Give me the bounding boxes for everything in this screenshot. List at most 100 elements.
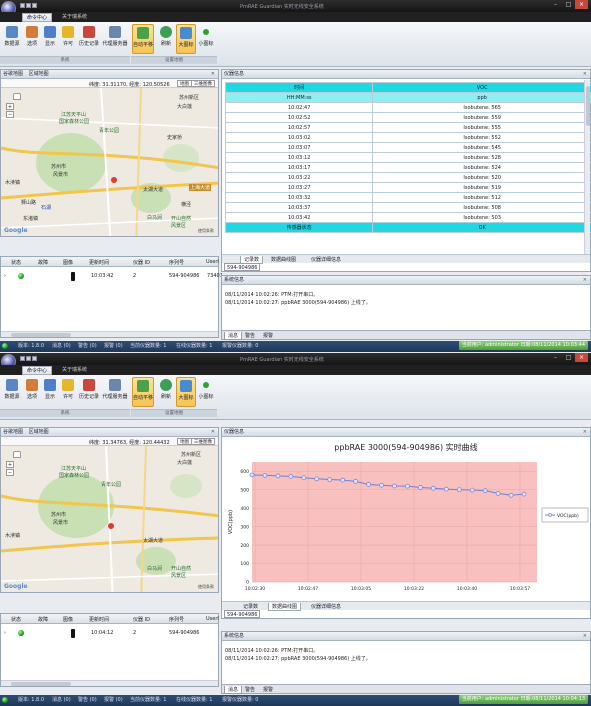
- table-row[interactable]: 10:03:27Isobutene: 519: [226, 183, 591, 193]
- options-button[interactable]: 选项: [22, 377, 42, 407]
- pin-icon[interactable]: ×: [583, 428, 587, 437]
- license-button[interactable]: 许可: [58, 377, 78, 407]
- pin-icon[interactable]: ×: [583, 632, 587, 641]
- device-tag[interactable]: 594-904986: [224, 263, 260, 271]
- dropdown-icon[interactable]: [32, 3, 37, 8]
- data-point[interactable]: [522, 492, 526, 496]
- large-icon-button[interactable]: 大图标: [176, 377, 196, 407]
- undo-icon[interactable]: [26, 3, 31, 8]
- pin-icon[interactable]: ✕: [211, 428, 215, 437]
- col-update-time[interactable]: 更新时间: [89, 259, 109, 266]
- tab-messages[interactable]: 消息: [224, 686, 242, 694]
- tab-about[interactable]: 关于瑞系统: [58, 13, 91, 22]
- status-warnings[interactable]: 警告 (0): [78, 341, 97, 352]
- col-device-id[interactable]: 仪器 ID: [133, 259, 150, 266]
- google-map[interactable]: 纬度: 31.34763, 经度: 120.44432 地图 三维图像 + −: [1, 437, 218, 592]
- tab-command-center[interactable]: 命令中心: [22, 13, 52, 22]
- refresh-button[interactable]: 刷新: [156, 377, 176, 407]
- tab-google-map[interactable]: 谷歌地图: [3, 428, 23, 437]
- data-point[interactable]: [393, 484, 397, 488]
- pin-icon[interactable]: ✕: [211, 70, 215, 79]
- license-button[interactable]: 许可: [58, 24, 78, 54]
- col-user[interactable]: Userl: [206, 616, 219, 622]
- data-point[interactable]: [367, 483, 371, 487]
- tab-alarms[interactable]: 报警: [260, 332, 276, 340]
- map-mode-button[interactable]: 地图: [177, 80, 192, 87]
- col-user[interactable]: Userl: [206, 259, 219, 265]
- col-status[interactable]: 状态: [11, 259, 21, 266]
- row-expand-icon[interactable]: ›: [4, 630, 6, 636]
- col-device-id[interactable]: 仪器 ID: [133, 616, 150, 623]
- scrollbar-thumb[interactable]: [11, 682, 71, 686]
- col-fault[interactable]: 故障: [38, 259, 48, 266]
- minimize-button[interactable]: –: [549, 353, 562, 362]
- tab-command-center[interactable]: 命令中心: [22, 366, 52, 375]
- col-status[interactable]: 状态: [11, 616, 21, 623]
- data-point[interactable]: [276, 474, 280, 478]
- datasource-button[interactable]: 数据源: [2, 24, 22, 54]
- auto-pan-button[interactable]: 自动平移: [132, 377, 154, 407]
- data-point[interactable]: [496, 491, 500, 495]
- table-row[interactable]: 10:03:32Isobutene: 512: [226, 193, 591, 203]
- tab-about[interactable]: 关于瑞系统: [58, 366, 91, 375]
- auto-pan-button[interactable]: 自动平移: [132, 24, 154, 54]
- display-button[interactable]: 显示: [40, 377, 60, 407]
- device-location-marker[interactable]: [108, 523, 114, 529]
- zoom-in-button[interactable]: +: [6, 461, 14, 468]
- tab-device-details[interactable]: 仪器详细信息: [308, 256, 344, 264]
- data-point[interactable]: [470, 488, 474, 492]
- zoom-in-button[interactable]: +: [6, 103, 14, 110]
- undo-icon[interactable]: [26, 356, 31, 361]
- data-point[interactable]: [483, 489, 487, 493]
- close-button[interactable]: ×: [575, 0, 588, 9]
- tab-google-map[interactable]: 谷歌地图: [3, 70, 23, 79]
- small-icon-button[interactable]: 小图标: [196, 377, 216, 407]
- data-point[interactable]: [405, 484, 409, 488]
- small-icon-button[interactable]: 小图标: [196, 24, 216, 54]
- data-point[interactable]: [380, 483, 384, 487]
- map-terms-link[interactable]: 使用条款: [198, 228, 214, 234]
- history-button[interactable]: 历史记录: [78, 24, 100, 54]
- pin-icon[interactable]: ×: [583, 276, 587, 285]
- datasource-button[interactable]: 数据源: [2, 377, 22, 407]
- table-row[interactable]: 10:02:57Isobutene: 555: [226, 123, 591, 133]
- data-point[interactable]: [431, 486, 435, 490]
- data-point[interactable]: [354, 479, 358, 483]
- table-row[interactable]: 10:03:02Isobutene: 552: [226, 133, 591, 143]
- data-point[interactable]: [509, 493, 513, 497]
- table-row[interactable]: 10:03:37Isobutene: 508: [226, 203, 591, 213]
- horizontal-scrollbar[interactable]: [1, 680, 218, 686]
- map-terms-link[interactable]: 使用条款: [198, 584, 214, 590]
- maximize-button[interactable]: □: [562, 353, 575, 362]
- status-messages[interactable]: 消息 (0): [52, 341, 71, 352]
- tab-data-curve[interactable]: 数据曲线图: [268, 256, 299, 264]
- tab-region-map[interactable]: 区域地图: [29, 428, 49, 437]
- col-image[interactable]: 图像: [63, 616, 73, 623]
- row-expand-icon[interactable]: ›: [4, 273, 6, 279]
- data-point[interactable]: [418, 485, 422, 489]
- tab-alarms[interactable]: 报警: [260, 686, 276, 694]
- data-point[interactable]: [341, 478, 345, 482]
- pegman-icon[interactable]: [13, 451, 21, 458]
- vertical-scrollbar[interactable]: [584, 80, 590, 255]
- tab-data-curve[interactable]: 数据曲线图: [268, 603, 301, 611]
- tab-warnings[interactable]: 警告: [242, 686, 258, 694]
- table-row[interactable]: 10:02:47Isobutene: 565: [226, 103, 591, 113]
- device-location-marker[interactable]: [111, 177, 117, 183]
- google-map[interactable]: 纬度: 31.31170, 经度: 120.50526 地图 三维图像 + −: [1, 79, 218, 236]
- status-warnings[interactable]: 警告 (0): [78, 695, 97, 706]
- status-messages[interactable]: 消息 (0): [52, 695, 71, 706]
- tab-device-details[interactable]: 仪器详细信息: [308, 603, 344, 611]
- minimize-button[interactable]: –: [549, 0, 562, 9]
- zoom-out-button[interactable]: −: [6, 111, 14, 118]
- zoom-out-button[interactable]: −: [6, 469, 14, 476]
- col-image[interactable]: 图像: [63, 259, 73, 266]
- save-icon[interactable]: [20, 3, 25, 8]
- tab-region-map[interactable]: 区域地图: [29, 70, 49, 79]
- tab-messages[interactable]: 消息: [224, 332, 242, 340]
- display-button[interactable]: 显示: [40, 24, 60, 54]
- data-point[interactable]: [250, 473, 254, 477]
- maximize-button[interactable]: □: [562, 0, 575, 9]
- col-serial[interactable]: 序列号: [169, 616, 184, 623]
- map-mode-button[interactable]: 地图: [177, 438, 192, 445]
